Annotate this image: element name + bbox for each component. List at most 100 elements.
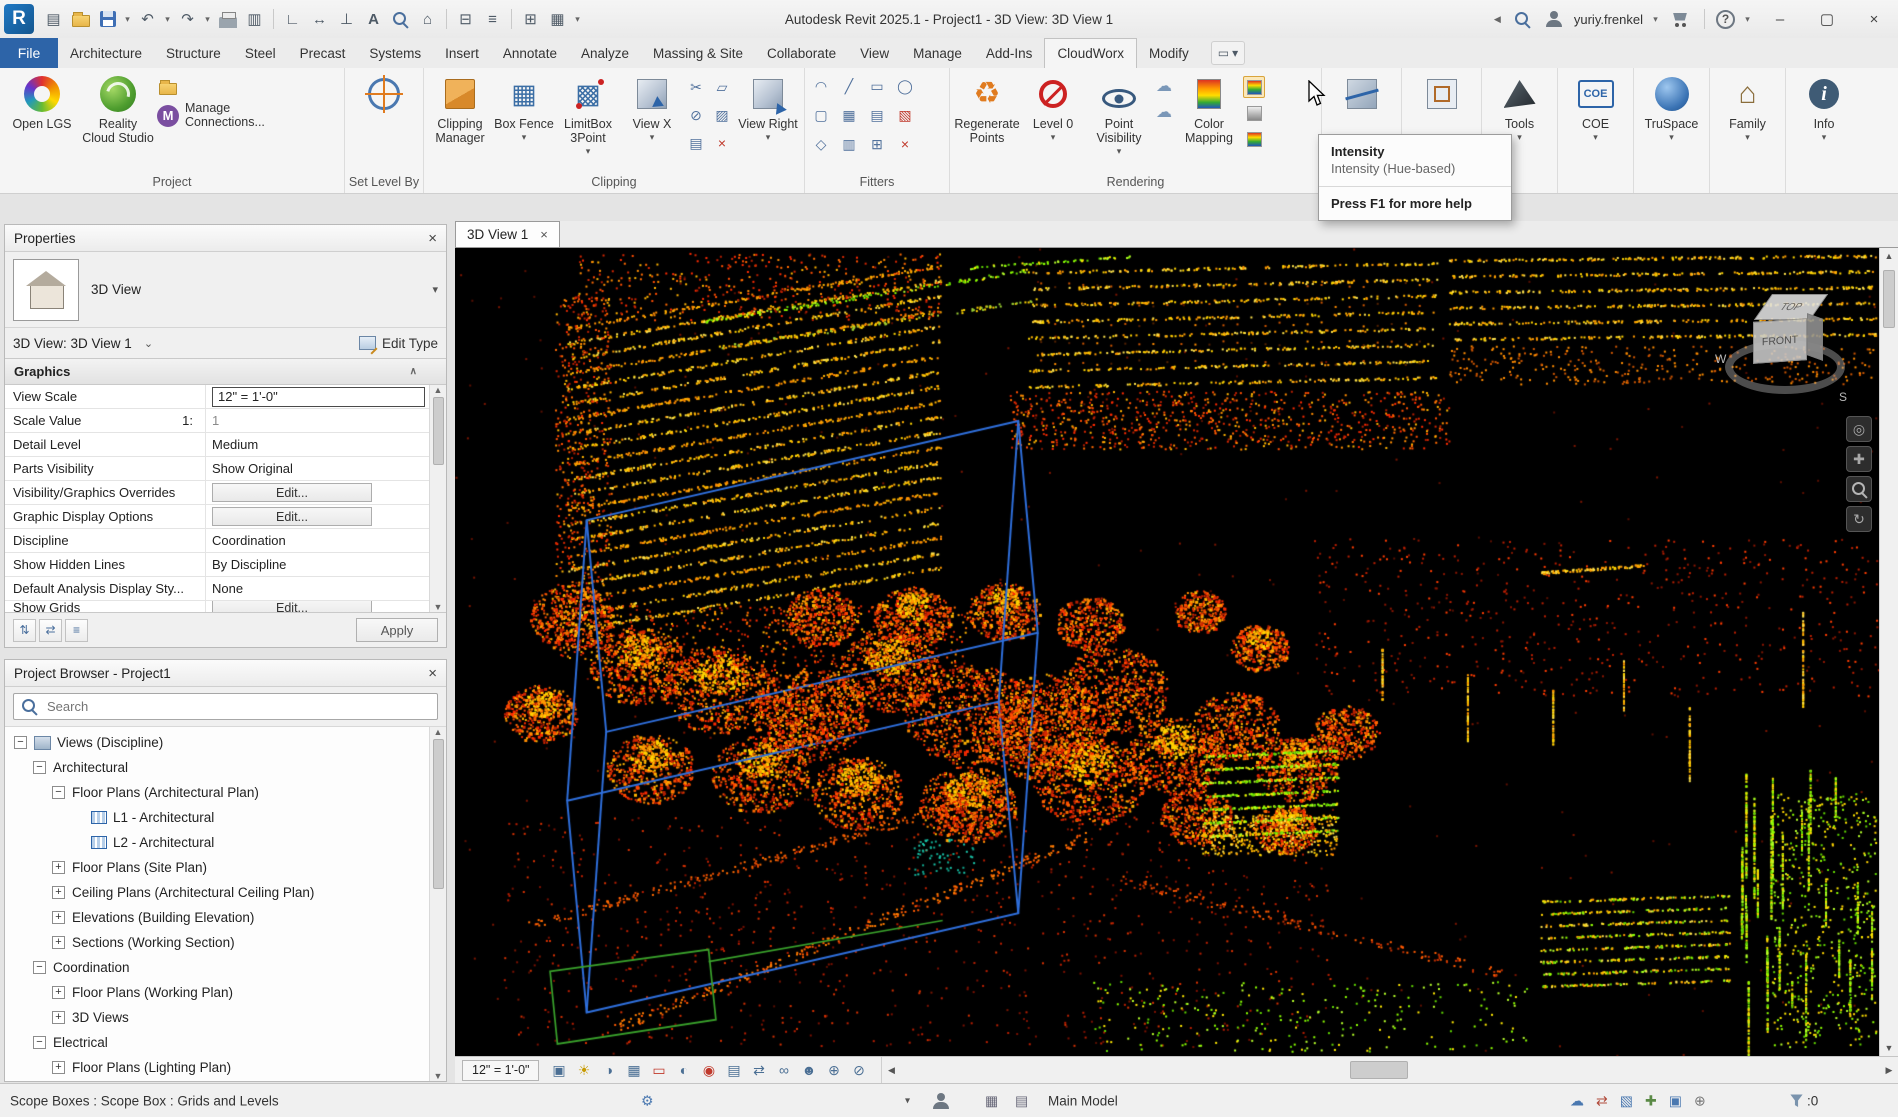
tree-item-floor-plans-working[interactable]: +Floor Plans (Working Plan) [5, 980, 446, 1005]
tree-item-sections[interactable]: +Sections (Working Section) [5, 930, 446, 955]
collapse-icon[interactable]: − [33, 761, 46, 774]
panel-label-clipping[interactable]: Clipping [424, 172, 804, 193]
fit-delete-icon[interactable]: × [894, 133, 916, 155]
customize-toolbar-icon[interactable]: ▾ [572, 6, 583, 32]
view-cube-side-face[interactable] [1807, 313, 1823, 361]
temporary-view-properties-icon[interactable]: ▤ [721, 1059, 746, 1081]
expand-icon[interactable]: + [52, 936, 65, 949]
panel-label-project[interactable]: Project [0, 172, 344, 193]
view-right-button[interactable]: View Right ▾ [737, 71, 799, 172]
browser-scrollbar[interactable]: ▲ ▼ [429, 727, 446, 1081]
intensity-mapping-icon[interactable] [1243, 76, 1265, 98]
section-icon[interactable]: ⊟ [453, 6, 478, 32]
measure-icon[interactable]: ∟ [280, 6, 305, 32]
scroll-down-icon[interactable]: ▼ [434, 1071, 443, 1081]
home-view-icon[interactable]: ⌂ [415, 6, 440, 32]
close-icon[interactable]: × [540, 227, 548, 242]
user-name[interactable]: yuriy.frenkel [1574, 12, 1643, 27]
parts-visibility-field[interactable]: Show Original [205, 457, 429, 480]
main-model-icon[interactable]: ▤ [1015, 1092, 1028, 1109]
edit-type-button[interactable]: Edit Type [359, 336, 438, 351]
search-box[interactable] [13, 693, 438, 720]
tree-item-elevations[interactable]: +Elevations (Building Elevation) [5, 905, 446, 930]
scrollbar-thumb[interactable] [433, 397, 444, 465]
expand-icon[interactable]: + [52, 1061, 65, 1074]
selection-filter-icon[interactable] [1790, 1094, 1803, 1107]
scroll-up-icon[interactable]: ▲ [1880, 251, 1898, 261]
select-by-face-toggle-icon[interactable]: ⊕ [1694, 1092, 1706, 1109]
tab-precast[interactable]: Precast [288, 38, 358, 68]
show-grids-edit-button[interactable]: Edit... [212, 601, 372, 613]
close-icon[interactable]: × [428, 665, 437, 682]
undo-dropdown-icon[interactable]: ▾ [162, 6, 173, 32]
graphic-display-edit-button[interactable]: Edit... [212, 507, 372, 526]
worksharing-display-icon[interactable]: ⇄ [746, 1059, 771, 1081]
fit-cross-icon[interactable]: ⊞ [866, 133, 888, 155]
collapse-section-icon[interactable]: ∧ [410, 366, 417, 377]
view-x-button[interactable]: View X ▾ [621, 71, 683, 172]
visual-style-icon[interactable]: ▣ [546, 1059, 571, 1081]
view-scale-input[interactable]: 12" = 1'-0" [212, 387, 425, 407]
cloud-status-icon[interactable]: ☁ [1570, 1092, 1584, 1109]
view-cube[interactable]: TOP FRONT W S [1723, 288, 1851, 406]
tab-insert[interactable]: Insert [433, 38, 491, 68]
tree-item-l2-architectural[interactable]: L2 - Architectural [5, 830, 446, 855]
tab-steel[interactable]: Steel [233, 38, 288, 68]
fit-grid-icon[interactable]: ▦ [838, 104, 860, 126]
chevron-down-icon[interactable]: ▾ [1669, 132, 1674, 142]
chevron-down-icon[interactable]: ⌄ [144, 337, 153, 350]
fit-hatch-icon[interactable]: ▧ [894, 104, 916, 126]
expand-icon[interactable]: + [52, 986, 65, 999]
close-button[interactable]: × [1854, 3, 1894, 35]
fit-rows-icon[interactable]: ▥ [838, 133, 860, 155]
search-input[interactable] [45, 698, 430, 715]
tab-file[interactable]: File [0, 38, 58, 68]
scroll-down-icon[interactable]: ▼ [434, 602, 443, 612]
thin-lines-icon[interactable]: ≡ [480, 6, 505, 32]
expand-icon[interactable]: + [52, 861, 65, 874]
chevron-down-icon[interactable]: ▾ [905, 1095, 910, 1106]
scroll-up-icon[interactable]: ▲ [434, 727, 443, 737]
limitbox-3point-button[interactable]: ▩ LimitBox 3Point ▾ [557, 71, 619, 172]
clip-outside-icon[interactable]: ▨ [711, 104, 733, 126]
scrollbar-thumb[interactable] [433, 739, 444, 889]
chevron-down-icon[interactable]: ▾ [432, 283, 438, 296]
scrollbar-thumb[interactable] [1350, 1061, 1408, 1079]
minimize-button[interactable]: – [1760, 3, 1800, 35]
vertical-scrollbar[interactable]: ▲ ▼ [1879, 248, 1898, 1056]
fit-line-icon[interactable]: ╱ [838, 75, 860, 97]
expand-icon[interactable]: + [52, 911, 65, 924]
tab-architecture[interactable]: Architecture [58, 38, 154, 68]
project-browser-header[interactable]: Project Browser - Project1 × [5, 660, 446, 687]
fit-sheet-icon[interactable]: ▤ [866, 104, 888, 126]
level-icon[interactable]: ⊥ [334, 6, 359, 32]
tab-massing-site[interactable]: Massing & Site [641, 38, 755, 68]
fit-arc-icon[interactable]: ◠ [810, 75, 832, 97]
point-visibility-button[interactable]: Point Visibility ▾ [1087, 71, 1151, 172]
link-views-icon[interactable]: ∞ [771, 1059, 796, 1081]
show-hidden-lines-field[interactable]: By Discipline [205, 553, 429, 576]
fit-diamond-icon[interactable]: ◇ [810, 133, 832, 155]
apply-button[interactable]: Apply [356, 618, 438, 642]
save-icon[interactable] [95, 6, 120, 32]
tree-item-floor-plans-site[interactable]: +Floor Plans (Site Plan) [5, 855, 446, 880]
scroll-right-icon[interactable]: ▶ [1880, 1065, 1898, 1076]
redo-dropdown-icon[interactable]: ▾ [202, 6, 213, 32]
tree-item-architectural[interactable]: −Architectural [5, 755, 446, 780]
compass-south-label[interactable]: S [1839, 390, 1847, 404]
properties-header[interactable]: Properties × [5, 225, 446, 252]
default-analysis-field[interactable]: None [205, 577, 429, 600]
active-design-option[interactable]: Main Model [1048, 1093, 1118, 1108]
slice-icon[interactable]: ✂ [685, 76, 707, 98]
help-dropdown-icon[interactable]: ▾ [1742, 6, 1753, 32]
truspace-button[interactable]: TruSpace ▾ [1640, 71, 1704, 193]
tab-modify[interactable]: Modify [1137, 38, 1201, 68]
sort-alpha-icon[interactable]: ⇅ [13, 619, 36, 642]
tab-systems[interactable]: Systems [357, 38, 433, 68]
regenerate-points-button[interactable]: ♻ Regenerate Points [955, 71, 1019, 172]
tab-structure[interactable]: Structure [154, 38, 233, 68]
tree-item-coordination[interactable]: −Coordination [5, 955, 446, 980]
rgb-mapping-icon[interactable] [1243, 128, 1265, 150]
tab-view[interactable]: View [848, 38, 901, 68]
search-icon[interactable] [1510, 6, 1535, 32]
